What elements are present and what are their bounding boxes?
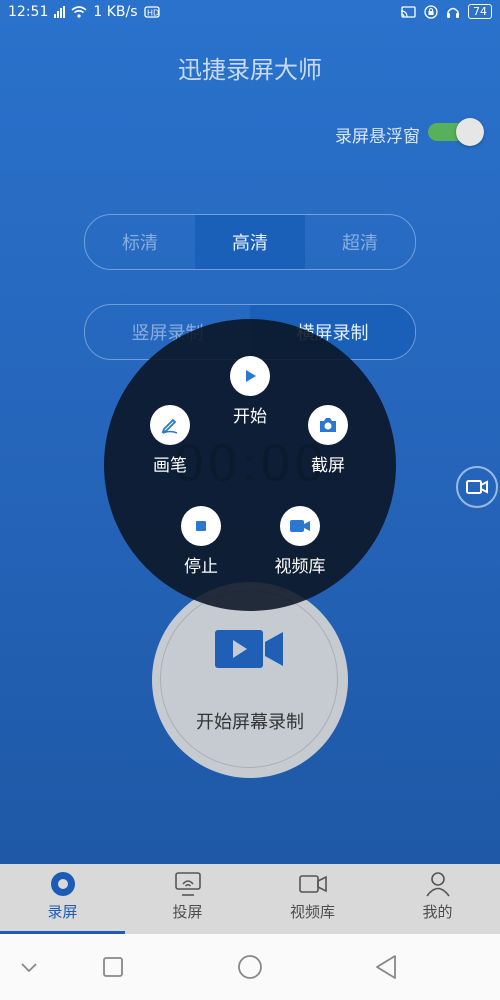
- quality-option-hd[interactable]: 高清: [195, 215, 305, 269]
- play-icon: [230, 356, 270, 396]
- camera-icon: [308, 405, 348, 445]
- radial-menu: 开始 画笔 截屏 停止 视频库: [104, 319, 396, 611]
- radial-video-library-label: 视频库: [274, 557, 326, 577]
- tab-record-label: 录屏: [47, 903, 78, 921]
- quality-option-sd[interactable]: 标清: [85, 215, 195, 269]
- toggle-knob: [456, 118, 484, 146]
- start-recording-button[interactable]: 开始屏幕录制: [152, 582, 348, 778]
- tab-me-label: 我的: [422, 903, 453, 921]
- lock-rotation-icon: [424, 4, 438, 19]
- tab-me[interactable]: 我的: [375, 864, 500, 934]
- video-camera-icon: [215, 630, 283, 668]
- radial-screenshot[interactable]: 截屏: [288, 405, 368, 476]
- stop-icon: [181, 506, 221, 546]
- quality-option-uhd[interactable]: 超清: [305, 215, 415, 269]
- video-camera-icon: [280, 506, 320, 546]
- status-time: 12:51: [8, 4, 49, 20]
- svg-text:HD: HD: [147, 9, 159, 18]
- cast-status-icon: [400, 5, 416, 18]
- tab-cast[interactable]: 投屏: [125, 864, 250, 934]
- quality-selector: 标清 高清 超清: [84, 214, 416, 270]
- tab-cast-label: 投屏: [172, 903, 203, 921]
- bottom-tab-bar: 录屏 投屏 视频库 我的: [0, 864, 500, 934]
- tab-video-library-label: 视频库: [289, 903, 335, 921]
- recent-apps-icon[interactable]: [102, 952, 124, 982]
- start-recording-label: 开始屏幕录制: [196, 712, 304, 733]
- pen-icon: [150, 405, 190, 445]
- radial-start[interactable]: 开始: [210, 356, 290, 427]
- tab-record[interactable]: 录屏: [0, 864, 125, 934]
- radial-video-library[interactable]: 视频库: [260, 506, 340, 577]
- headphone-icon: [447, 7, 459, 18]
- back-icon[interactable]: [374, 952, 398, 982]
- hd-icon: HD: [143, 6, 160, 18]
- float-window-toggle[interactable]: [428, 118, 484, 146]
- radial-stop[interactable]: 停止: [161, 506, 241, 577]
- system-nav-bar: [0, 934, 500, 1000]
- radial-screenshot-label: 截屏: [311, 456, 345, 476]
- person-icon: [425, 872, 450, 897]
- tab-video-library[interactable]: 视频库: [250, 864, 375, 934]
- radial-stop-label: 停止: [184, 557, 218, 577]
- network-speed: 1 KB/s: [93, 4, 138, 20]
- radial-start-label: 开始: [233, 407, 267, 427]
- battery-indicator: 74: [468, 4, 492, 19]
- record-icon: [50, 872, 75, 896]
- home-icon[interactable]: [236, 952, 264, 982]
- video-camera-icon: [298, 875, 327, 893]
- chevron-down-icon[interactable]: [20, 952, 38, 982]
- status-bar: 12:51 1 KB/s HD 74: [0, 0, 500, 28]
- radial-pen-label: 画笔: [153, 456, 187, 476]
- wifi-icon: [71, 6, 87, 18]
- float-window-label: 录屏悬浮窗: [335, 127, 420, 147]
- camera-icon: [466, 480, 488, 494]
- radial-pen[interactable]: 画笔: [130, 405, 210, 476]
- signal-icon: [54, 6, 66, 18]
- record-button-ring: [160, 590, 338, 768]
- cast-icon: [174, 872, 201, 896]
- app-screen: 12:51 1 KB/s HD 74 迅捷录屏大师 录屏悬浮窗 标清 高清 超清…: [0, 0, 500, 934]
- floating-camera-button[interactable]: [456, 466, 498, 508]
- app-title: 迅捷录屏大师: [178, 56, 322, 84]
